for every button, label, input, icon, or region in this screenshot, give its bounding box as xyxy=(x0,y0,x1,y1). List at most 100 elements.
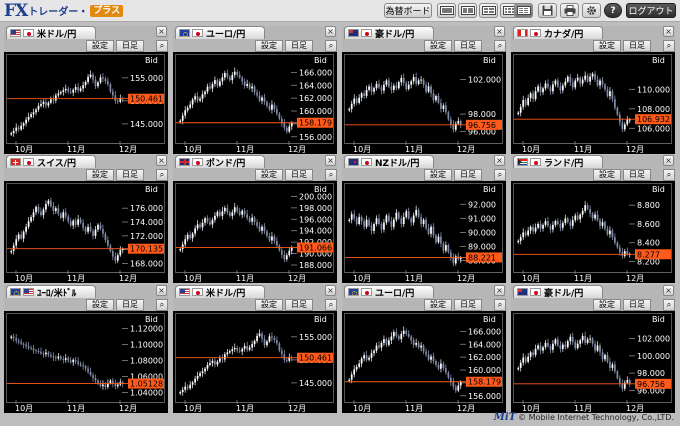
settings-button[interactable]: 設定 xyxy=(424,40,452,52)
layout-4x3-icon[interactable] xyxy=(514,3,533,18)
candle-body xyxy=(209,221,211,225)
candlestick-chart[interactable]: Bid 102.000 98.000 96.000 96.756 10月 11月 12月 xyxy=(342,52,506,154)
close-icon[interactable]: × xyxy=(494,285,505,296)
period-daily-button[interactable]: 日足 xyxy=(116,40,144,52)
zoom-icon[interactable]: ⌕ xyxy=(325,40,337,52)
candlestick-chart[interactable]: Bid166.000164.000162.000160.000158.00015… xyxy=(173,52,337,154)
zoom-icon[interactable]: ⌕ xyxy=(494,299,506,311)
candle-body xyxy=(12,336,15,339)
close-icon[interactable]: × xyxy=(325,26,336,37)
period-daily-button[interactable]: 日足 xyxy=(116,169,144,181)
settings-button[interactable]: 設定 xyxy=(86,169,114,181)
zoom-icon[interactable]: ⌕ xyxy=(156,299,168,311)
settings-button[interactable]: 設定 xyxy=(86,40,114,52)
pair-tab[interactable]: NZドル/円 xyxy=(344,155,434,169)
save-icon[interactable] xyxy=(538,3,557,18)
pair-tab[interactable]: ランド/円 xyxy=(513,155,603,169)
zoom-icon[interactable]: ⌕ xyxy=(156,169,168,181)
layout-1x1-icon[interactable] xyxy=(437,3,456,18)
candle-body xyxy=(184,239,187,245)
period-daily-button[interactable]: 日足 xyxy=(285,40,313,52)
candle-body xyxy=(102,228,104,234)
close-icon[interactable]: × xyxy=(156,26,167,37)
period-daily-button[interactable]: 日足 xyxy=(285,299,313,311)
zoom-icon[interactable]: ⌕ xyxy=(325,299,337,311)
candle-body xyxy=(231,212,234,216)
rate-board-button[interactable]: 為替ボード xyxy=(384,3,432,18)
zoom-icon[interactable]: ⌕ xyxy=(663,169,675,181)
close-icon[interactable]: × xyxy=(663,285,674,296)
candle-body xyxy=(427,86,430,92)
settings-button[interactable]: 設定 xyxy=(593,40,621,52)
period-daily-button[interactable]: 日足 xyxy=(285,169,313,181)
candle-body xyxy=(589,76,591,82)
pair-tab[interactable]: ユーロ/円 xyxy=(344,285,434,299)
candle-body xyxy=(243,210,246,215)
print-icon[interactable] xyxy=(560,3,579,18)
pair-tab[interactable]: 米ドル/円 xyxy=(6,26,96,40)
zoom-icon[interactable]: ⌕ xyxy=(156,40,168,52)
zoom-icon[interactable]: ⌕ xyxy=(494,40,506,52)
zoom-icon[interactable]: ⌕ xyxy=(325,169,337,181)
pair-tab[interactable]: ユーロ/円 xyxy=(175,26,265,40)
period-daily-button[interactable]: 日足 xyxy=(454,40,482,52)
candlestick-chart[interactable]: Bid 8.800 8.600 8.400 8.200 8.277 10月 11月 12月 xyxy=(511,181,675,283)
close-icon[interactable]: × xyxy=(663,26,674,37)
candle-body xyxy=(569,76,572,83)
candlestick-chart[interactable]: Bid166.000164.000162.000160.000158.00015… xyxy=(342,311,506,413)
period-daily-button[interactable]: 日足 xyxy=(454,169,482,181)
period-daily-button[interactable]: 日足 xyxy=(116,299,144,311)
x-tick-label: 12月 xyxy=(288,145,306,154)
candle-body xyxy=(522,232,525,238)
pair-tab[interactable]: 豪ドル/円 xyxy=(513,285,603,299)
period-daily-button[interactable]: 日足 xyxy=(454,299,482,311)
candlestick-chart[interactable]: Bid200.000198.000196.000194.000192.00019… xyxy=(173,181,337,283)
app-logo: FX トレーダー・ プラス xyxy=(4,1,124,21)
layout-2x2-icon[interactable] xyxy=(479,3,498,18)
settings-button[interactable]: 設定 xyxy=(255,299,283,311)
help-icon[interactable]: ? xyxy=(604,3,622,18)
candlestick-chart[interactable]: Bid155.000150.000145.000150.46110月11月12月 xyxy=(173,311,337,413)
pair-tab[interactable]: 豪ドル/円 xyxy=(344,26,434,40)
close-icon[interactable]: × xyxy=(325,285,336,296)
pair-tab[interactable]: カナダ/円 xyxy=(513,26,603,40)
pair-tab[interactable]: 米ドル/円 xyxy=(175,285,265,299)
settings-button[interactable]: 設定 xyxy=(593,169,621,181)
mit-logo: MiT xyxy=(493,412,517,423)
logout-button[interactable]: ログアウト xyxy=(626,3,676,18)
close-icon[interactable]: × xyxy=(156,285,167,296)
zoom-icon[interactable]: ⌕ xyxy=(663,40,675,52)
period-daily-button[interactable]: 日足 xyxy=(623,169,651,181)
zoom-icon[interactable]: ⌕ xyxy=(663,299,675,311)
candlestick-chart[interactable]: Bid 110.000 108.000 106.000 106.932 10月 11月 12月 xyxy=(511,52,675,154)
period-daily-button[interactable]: 日足 xyxy=(623,299,651,311)
candlestick-chart[interactable]: Bid92.00091.00090.00089.00088.00088.2211… xyxy=(342,181,506,283)
settings-button[interactable]: 設定 xyxy=(255,169,283,181)
settings-button[interactable]: 設定 xyxy=(255,40,283,52)
candle-body xyxy=(591,338,594,344)
gear-icon[interactable] xyxy=(582,3,601,18)
settings-button[interactable]: 設定 xyxy=(86,299,114,311)
period-daily-button[interactable]: 日足 xyxy=(623,40,651,52)
candle-body xyxy=(554,339,557,344)
close-icon[interactable]: × xyxy=(494,26,505,37)
candle-body xyxy=(559,345,562,349)
settings-button[interactable]: 設定 xyxy=(593,299,621,311)
candle-body xyxy=(440,236,442,244)
close-icon[interactable]: × xyxy=(325,155,336,166)
candlestick-chart[interactable]: Bid 1.12000 1.10000 1.08000 1.06000 1.04000 1.… xyxy=(4,311,168,413)
close-icon[interactable]: × xyxy=(663,155,674,166)
settings-button[interactable]: 設定 xyxy=(424,299,452,311)
candle-body xyxy=(435,235,437,243)
close-icon[interactable]: × xyxy=(156,155,167,166)
pair-tab[interactable]: ポンド/円 xyxy=(175,155,265,169)
pair-tab[interactable]: ﾕｰﾛ/米ﾄﾞﾙ xyxy=(6,285,96,299)
candlestick-chart[interactable]: Bid 102.000 100.000 98.000 96.000 96.756 10月 11… xyxy=(511,311,675,413)
candlestick-chart[interactable]: Bid176.000174.000172.000170.000168.00017… xyxy=(4,181,168,283)
close-icon[interactable]: × xyxy=(494,155,505,166)
candlestick-chart[interactable]: Bid155.000150.000145.000150.46110月11月12月 xyxy=(4,52,168,154)
settings-button[interactable]: 設定 xyxy=(424,169,452,181)
zoom-icon[interactable]: ⌕ xyxy=(494,169,506,181)
pair-tab[interactable]: スイス/円 xyxy=(6,155,96,169)
layout-2x1-icon[interactable] xyxy=(458,3,477,18)
